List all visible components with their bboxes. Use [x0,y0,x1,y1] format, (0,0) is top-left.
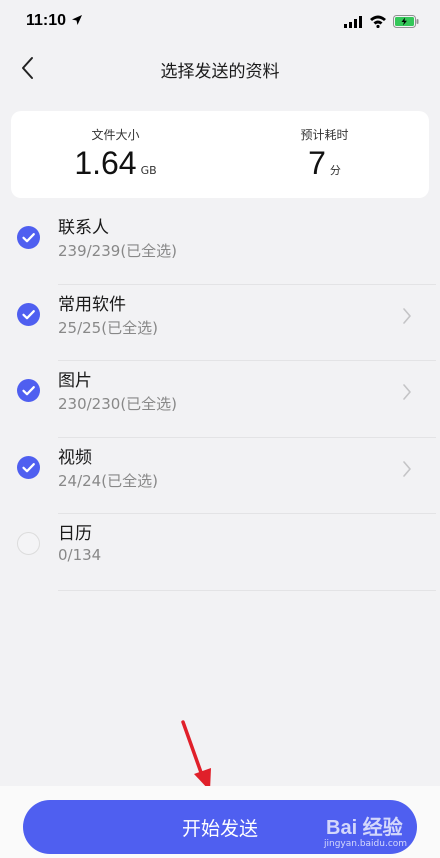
checkmark-icon [22,462,35,472]
item-count: 230/230(已全选) [58,395,178,413]
checkbox[interactable] [17,532,40,555]
checkbox[interactable] [17,379,40,402]
checkmark-icon [22,386,35,396]
cellular-signal-icon [344,16,362,28]
item-count: 239/239(已全选) [58,242,178,260]
list-item-calendar[interactable]: 日历 0/134 [0,514,440,591]
checkmark-icon [22,309,35,319]
file-size-value: 1.64 [74,145,137,181]
watermark-brand: Bai 经验 [326,817,403,839]
checkbox[interactable] [17,455,40,479]
item-count: 0/134 [58,546,102,564]
watermark-url: jingyan.baidu.com [324,839,408,849]
list-item-contacts[interactable]: 联系人 239/239(已全选) [0,208,440,285]
item-count: 25/25(已全选) [58,318,158,337]
status-time: 11:10 [26,12,67,29]
checkbox[interactable] [17,226,40,249]
wifi-icon [370,15,386,28]
item-title: 联系人 [58,218,109,238]
status-bar: 11:10 [0,0,440,44]
file-size-stat: 文件大小 1.64 GB [11,111,220,198]
list-item-videos[interactable]: 视频 24/24(已全选) [0,438,440,514]
baidu-jingyan-watermark: Bai 经验 jingyan.baidu.com [318,803,428,855]
item-title: 图片 [58,371,92,391]
chevron-right-icon[interactable] [402,460,412,478]
checkmark-icon [22,233,35,243]
chevron-right-icon[interactable] [402,383,412,401]
estimated-time-stat: 预计耗时 7分 [220,111,429,198]
item-title: 日历 [58,524,92,544]
data-item-list: 联系人 239/239(已全选) 常用软件 25/25(已全选) 图片 230/… [0,208,440,591]
chevron-right-icon[interactable] [402,307,412,325]
summary-card: 文件大小 1.64 GB 预计耗时 7分 [11,111,429,198]
item-title: 视频 [58,447,92,468]
header: 选择发送的资料 [0,44,440,92]
divider [58,589,436,591]
page-title: 选择发送的资料 [160,62,280,82]
file-size-unit: GB [140,164,157,177]
item-count: 24/24(已全选) [58,471,158,490]
annotation-arrow-icon [181,720,211,791]
estimated-time-label: 预计耗时 [300,128,349,142]
checkbox[interactable] [17,302,40,326]
location-arrow-icon [72,15,82,25]
item-title: 常用软件 [58,294,126,315]
list-item-apps[interactable]: 常用软件 25/25(已全选) [0,285,440,361]
battery-icon [393,15,419,28]
list-item-photos[interactable]: 图片 230/230(已全选) [0,361,440,438]
file-size-label: 文件大小 [91,128,140,142]
estimated-time-unit: 分 [329,164,341,177]
estimated-time-value: 7 [308,145,326,181]
